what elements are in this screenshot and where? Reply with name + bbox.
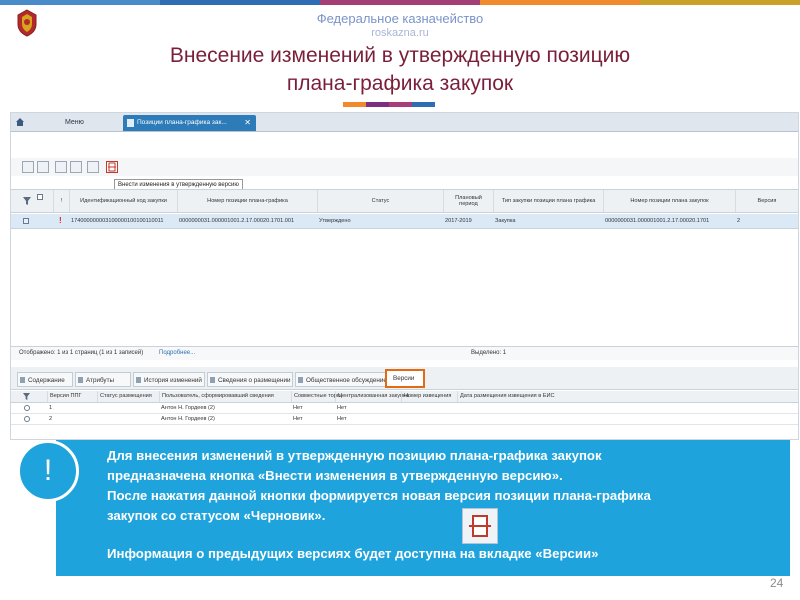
table-row[interactable]: ! 174000000003100000100100110011 0000000…	[11, 214, 798, 229]
detail-tabs: Содержание Атрибуты История изменений Св…	[11, 367, 798, 390]
app-tab-bar: Меню Позиции плана-графика зак... ✕	[11, 113, 798, 132]
cell-placement-status	[97, 414, 159, 424]
col-position-no[interactable]: Номер позиции плана-графика	[177, 190, 317, 212]
add-button[interactable]	[22, 161, 34, 173]
edit-version-icon	[108, 162, 116, 172]
tab-versions[interactable]: Версии	[385, 369, 425, 388]
tab-plan-positions-label: Позиции плана-графика зак...	[137, 119, 227, 126]
cell-user: Антон Н. Гордеев (2)	[161, 416, 215, 422]
exclamation-badge: !	[17, 440, 79, 502]
tab-public-discussion[interactable]: Общественное обсуждение	[295, 372, 387, 387]
tab-history[interactable]: История изменений	[133, 372, 205, 387]
filter-icon[interactable]	[23, 393, 30, 400]
cell-type: Закупка	[495, 218, 516, 224]
cell-plan-position-no: 0000000031.000001001.2.17.00020.1701	[605, 218, 710, 224]
col-centralized[interactable]: Централизованная закупка	[335, 391, 409, 402]
col-notice-date[interactable]: Дата размещения извещения в ЕИС	[457, 391, 623, 402]
col-user[interactable]: Пользователь, сформировавший сведения	[159, 391, 291, 402]
edit-version-icon	[469, 515, 491, 537]
col-joint[interactable]: Совместные торги	[291, 391, 342, 402]
positions-grid-header: ! Идентификационный код закупки Номер по…	[11, 189, 798, 213]
col-notice-no[interactable]: Номер извещения	[401, 391, 457, 402]
col-flag[interactable]: !	[53, 190, 69, 212]
version-row[interactable]: 2 Антон Н. Гордеев (2) Нет Нет	[11, 414, 798, 425]
slide-title-line1: Внесение изменений в утвержденную позици…	[169, 44, 631, 67]
tab-plan-positions[interactable]: Позиции плана-графика зак... ✕	[123, 115, 256, 131]
col-type[interactable]: Тип закупки позиции плана графика	[493, 190, 603, 212]
print-button[interactable]	[70, 161, 82, 173]
select-all-checkbox[interactable]	[37, 194, 43, 200]
col-placement-status[interactable]: Статус размещения	[97, 391, 159, 402]
close-tab-icon[interactable]: ✕	[244, 115, 251, 130]
info-line-2: предназначена кнопка «Внести изменения в…	[107, 468, 563, 483]
cell-version: 1	[49, 405, 53, 411]
col-plan-position-no[interactable]: Номер позиции плана закупок	[603, 190, 735, 212]
cell-user: Антон Н. Гордеев (2)	[161, 405, 215, 411]
cell-centralized: Нет	[337, 405, 347, 411]
open-button[interactable]	[55, 161, 67, 173]
view-button[interactable]	[87, 161, 99, 173]
tab-content[interactable]: Содержание	[17, 372, 73, 387]
cell-notice-date	[457, 403, 623, 413]
version-row[interactable]: 1 Антон Н. Гордеев (2) Нет Нет	[11, 403, 798, 414]
cell-joint: Нет	[293, 416, 303, 422]
info-line-4: закупок со статусом «Черновик».	[107, 508, 326, 523]
records-shown: Отображено: 1 из 1 страниц (1 из 1 запис…	[19, 350, 144, 356]
cell-period: 2017-2019	[445, 218, 472, 224]
filter-icon[interactable]	[23, 197, 31, 205]
home-icon[interactable]	[15, 117, 25, 127]
more-link[interactable]: Подробнее...	[159, 347, 195, 360]
cell-version: 2	[49, 416, 53, 422]
version-radio[interactable]	[24, 405, 30, 411]
info-line-5: Информация о предыдущих версиях будет до…	[107, 546, 599, 561]
col-ppg-version[interactable]: Версия ППГ	[47, 391, 97, 402]
warning-flag: !	[59, 216, 62, 225]
grid-status-bar: Отображено: 1 из 1 страниц (1 из 1 запис…	[11, 346, 798, 360]
cell-version: 2	[737, 218, 741, 224]
edit-version-button-preview	[462, 508, 498, 544]
cell-notice-date	[457, 414, 623, 424]
tab-attributes[interactable]: Атрибуты	[75, 372, 131, 387]
cell-notice-no	[401, 414, 457, 424]
cell-joint: Нет	[293, 405, 303, 411]
cell-status: Утверждено	[319, 218, 351, 224]
tab-menu[interactable]: Меню	[35, 116, 125, 130]
cell-centralized: Нет	[337, 416, 347, 422]
cell-placement-status	[97, 403, 159, 413]
org-site: roskazna.ru	[371, 27, 429, 39]
org-name: Федеральное казначейство	[316, 11, 484, 26]
cell-notice-no	[401, 403, 457, 413]
add-copy-button[interactable]	[37, 161, 49, 173]
versions-table-header: Версия ППГ Статус размещения Пользовател…	[11, 391, 798, 403]
tab-placement[interactable]: Сведения о размещении	[207, 372, 293, 387]
slide-title-line2: плана-графика закупок	[286, 72, 514, 95]
selected-count: Выделено: 1	[471, 350, 507, 356]
info-line-3: После нажатия данной кнопки формируется …	[107, 488, 651, 503]
col-period[interactable]: Плановый период	[443, 190, 493, 212]
grid-toolbar	[11, 158, 798, 176]
col-ikz[interactable]: Идентификационный код закупки	[69, 190, 177, 212]
title-accent-line	[343, 102, 435, 107]
col-status[interactable]: Статус	[317, 190, 443, 212]
app-screenshot: Меню Позиции плана-графика зак... ✕ Внес…	[10, 112, 799, 440]
cell-ikz: 174000000003100000100100110011	[71, 218, 164, 224]
version-radio[interactable]	[24, 416, 30, 422]
document-icon	[127, 119, 134, 127]
col-version[interactable]: Версия	[735, 190, 798, 212]
row-checkbox[interactable]	[23, 218, 29, 224]
info-line-1: Для внесения изменений в утвержденную по…	[107, 448, 602, 463]
edit-approved-version-button[interactable]	[106, 161, 118, 173]
cell-position-no: 0000000031.000001001.2.17.00020.1701.001	[179, 218, 295, 224]
page-number: 24	[770, 576, 784, 590]
top-color-strip	[0, 0, 800, 5]
